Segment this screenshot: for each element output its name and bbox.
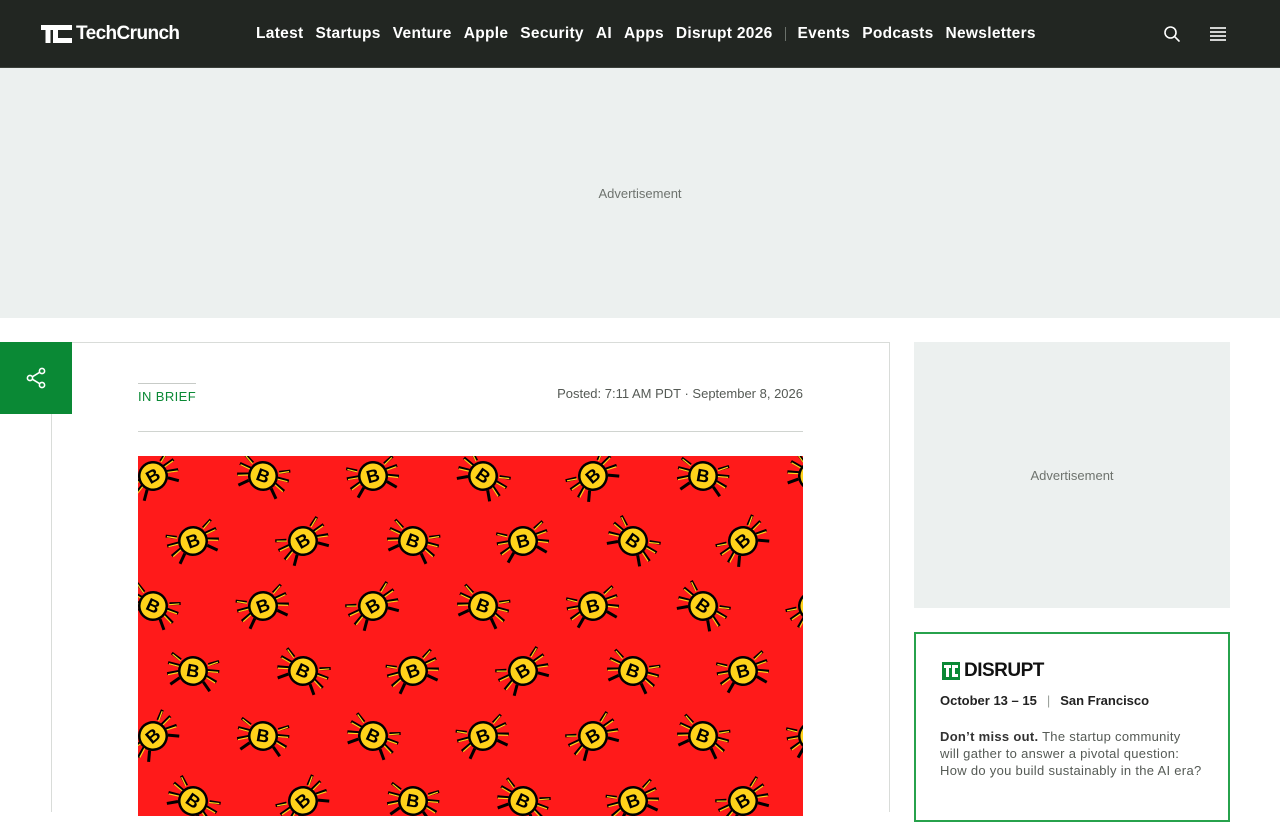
nav-apps[interactable]: Apps [618,25,670,43]
search-icon[interactable] [1162,24,1182,44]
tc-logo-icon [41,25,72,43]
disrupt-logo: DISRUPT [942,660,1044,682]
article-divider [138,431,803,432]
nav-podcasts[interactable]: Podcasts [856,25,939,43]
nav-latest[interactable]: Latest [250,25,309,43]
hero-image: B [138,456,803,816]
promo-description: Don’t miss out. The startup community wi… [940,728,1202,779]
share-button[interactable] [0,342,72,414]
techcrunch-logo[interactable]: TechCrunch [41,22,180,46]
meta-separator: | [1046,693,1051,708]
nav-venture[interactable]: Venture [387,25,458,43]
nav-disrupt-2026[interactable]: Disrupt 2026 [670,25,779,43]
disrupt-logo-text: DISRUPT [964,660,1044,681]
nav-newsletters[interactable]: Newsletters [940,25,1042,43]
main-nav: Latest Startups Venture Apple Security A… [250,0,1042,68]
bitcoin-pattern-illustration: B [138,456,803,816]
sidebar-ad[interactable]: Advertisement [914,342,1230,608]
menu-icon[interactable] [1208,24,1228,44]
nav-divider [784,27,786,41]
posted-timestamp: Posted: 7:11 AM PDT · September 8, 2026 [557,386,803,401]
sidebar-ad-label: Advertisement [1030,467,1114,483]
logo-text: TechCrunch [76,23,180,44]
event-city: San Francisco [1060,693,1150,708]
ad-label: Advertisement [598,185,682,201]
tc-green-logo-icon [942,662,960,680]
nav-events[interactable]: Events [792,25,857,43]
nav-startups[interactable]: Startups [309,25,386,43]
nav-security[interactable]: Security [514,25,590,43]
share-icon [26,367,46,389]
event-meta: October 13 – 15 | San Francisco [940,693,1149,708]
nav-apple[interactable]: Apple [458,25,515,43]
nav-ai[interactable]: AI [590,25,618,43]
top-ad-banner[interactable]: Advertisement [0,68,1280,318]
disrupt-promo-card[interactable]: DISRUPT October 13 – 15 | San Francisco … [914,632,1230,822]
category-kicker[interactable]: IN BRIEF [138,383,197,404]
promo-lead: Don’t miss out. [940,729,1039,744]
site-header: TechCrunch Latest Startups Venture Apple… [0,0,1280,68]
event-dates: October 13 – 15 [940,693,1037,708]
